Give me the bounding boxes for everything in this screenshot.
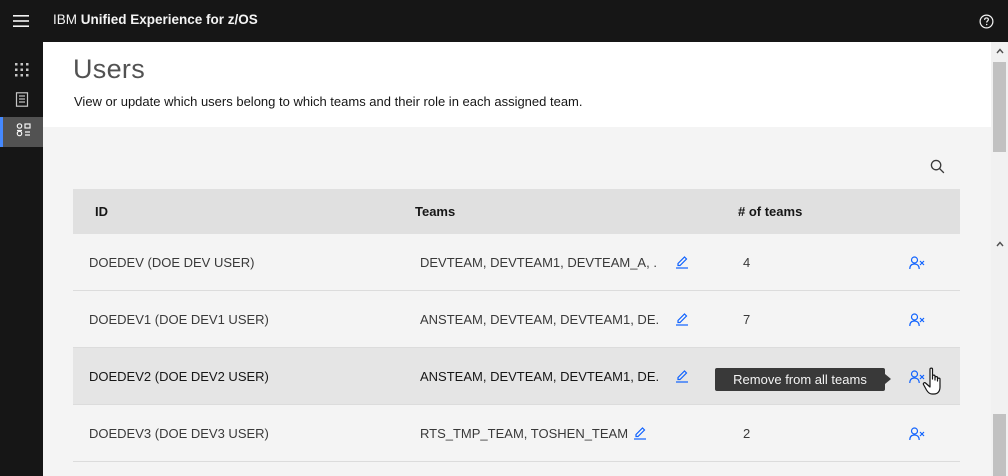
user-id: DOEDEV1 (DOE DEV1 USER) [89,312,269,327]
column-header-count[interactable]: # of teams [738,189,802,234]
search-icon[interactable] [927,156,947,176]
user-remove-icon[interactable] [907,310,927,330]
user-id: DOEDEV2 (DOE DEV2 USER) [89,369,269,384]
app-title-prefix: IBM [53,12,81,27]
scrollbar-thumb[interactable] [993,62,1006,152]
catalog-icon [15,92,29,112]
user-id: DOEDEV3 (DOE DEV3 USER) [89,426,269,441]
chevron-up-icon[interactable] [991,42,1008,59]
page-header: Users View or update which users belong … [43,42,991,127]
page-title: Users [73,54,146,84]
user-teams: ANSTEAM, DEVTEAM, DEVTEAM1, DE... [420,312,658,327]
tooltip-caret [885,374,891,384]
table-row: DOEDEV3 (DOE DEV3 USER) RTS_TMP_TEAM, TO… [73,405,960,462]
users-table: ID Teams # of teams DOEDEV (DOE DEV USER… [73,189,960,462]
edit-icon[interactable] [631,424,649,442]
help-icon[interactable] [976,11,996,31]
page-description: View or update which users belong to whi… [74,94,583,109]
hamburger-menu-icon[interactable] [0,0,42,42]
remove-tooltip: Remove from all teams [715,368,885,391]
team-count: 4 [743,255,751,270]
app-grid-icon [14,62,29,82]
scrollbar-thumb[interactable] [993,414,1006,476]
top-header-bar: IBM Unified Experience for z/OS [0,0,1008,42]
app-title[interactable]: IBM Unified Experience for z/OS [53,0,258,42]
app-title-main: Unified Experience for z/OS [80,12,258,27]
edit-icon[interactable] [673,310,691,328]
user-teams: ANSTEAM, DEVTEAM, DEVTEAM1, DE... [420,369,658,384]
nav-item-catalog[interactable] [0,87,43,117]
edit-icon[interactable] [673,253,691,271]
side-navigation [0,42,43,476]
team-count: 2 [743,426,751,441]
user-remove-icon[interactable] [907,253,927,273]
hand-pointer-cursor-icon [922,367,948,399]
chevron-up-icon[interactable] [991,235,1008,252]
user-remove-icon[interactable] [907,424,927,444]
main-content: Users View or update which users belong … [43,42,991,476]
nav-item-apps[interactable] [0,57,43,87]
team-count: 7 [743,312,751,327]
column-header-teams[interactable]: Teams [415,189,455,234]
edit-icon[interactable] [673,367,691,385]
nav-item-users[interactable] [0,117,43,147]
user-teams: RTS_TMP_TEAM, TOSHEN_TEAM [420,426,629,441]
table-row: DOEDEV1 (DOE DEV1 USER) ANSTEAM, DEVTEAM… [73,291,960,348]
vertical-scrollbar[interactable] [991,42,1008,476]
table-row: DOEDEV (DOE DEV USER) DEVTEAM, DEVTEAM1,… [73,234,960,291]
table-header: ID Teams # of teams [73,189,960,234]
column-header-id[interactable]: ID [95,189,108,234]
user-groups-icon [16,122,31,142]
user-id: DOEDEV (DOE DEV USER) [89,255,255,270]
user-teams: DEVTEAM, DEVTEAM1, DEVTEAM_A, ... [420,255,658,270]
